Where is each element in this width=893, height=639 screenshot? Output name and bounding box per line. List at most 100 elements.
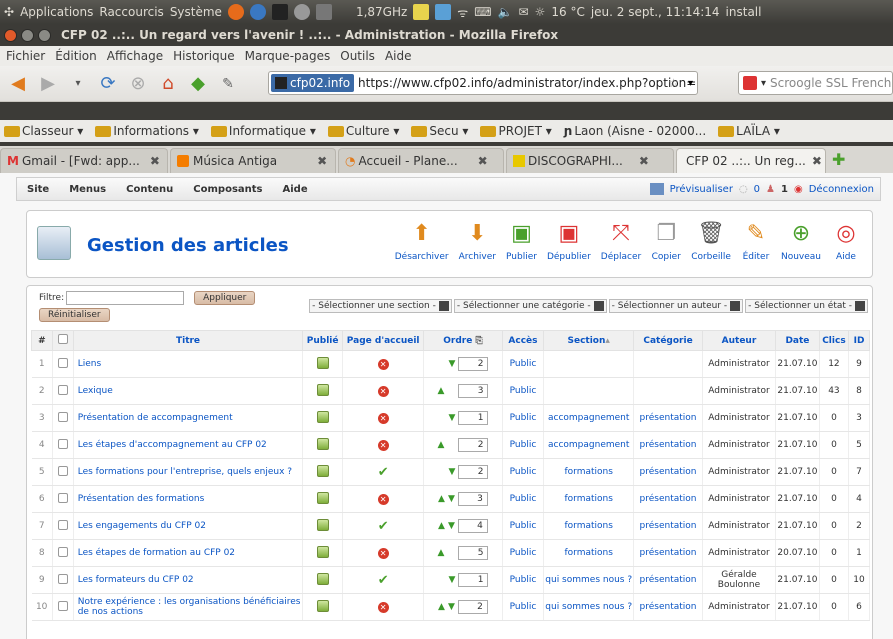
published-icon[interactable] — [316, 410, 329, 423]
access-link[interactable]: Public — [502, 539, 545, 567]
access-link[interactable]: Public — [502, 593, 545, 621]
not-featured-icon[interactable]: ✕ — [377, 547, 389, 559]
copy-button[interactable]: ❐ Copier — [651, 217, 681, 263]
extension-icon[interactable]: ✎ — [216, 72, 240, 96]
section-link[interactable] — [543, 350, 635, 378]
order-input[interactable]: 3 — [458, 384, 489, 398]
mail-icon[interactable]: ✉ — [519, 5, 529, 19]
row-checkbox[interactable] — [57, 384, 68, 395]
category-select[interactable]: - Sélectionner une catégorie - — [453, 299, 607, 313]
category-link[interactable]: présentation — [633, 539, 703, 567]
menu-file[interactable]: Fichier — [6, 49, 45, 63]
section-link[interactable]: qui sommes nous ? — [543, 566, 635, 594]
menu-edit[interactable]: Édition — [55, 49, 97, 63]
category-link[interactable]: présentation — [633, 404, 703, 432]
frontpage-cell[interactable]: ✕ — [342, 350, 425, 378]
bookmark-classeur[interactable]: Classeur ▾ — [4, 124, 83, 138]
bookmark-culture[interactable]: Culture ▾ — [327, 124, 399, 138]
search-engine-dropdown-icon[interactable]: ▾ — [761, 78, 766, 89]
category-link[interactable]: présentation — [633, 512, 703, 540]
forward-icon[interactable]: ▶ — [36, 72, 60, 96]
admin-menu-menus[interactable]: Menus — [69, 184, 106, 195]
order-down-icon[interactable]: ▼ — [448, 521, 455, 531]
bookmark-star-icon[interactable]: ☆ — [668, 76, 679, 90]
order-up-icon[interactable]: ▲ — [438, 440, 445, 450]
tab-close-icon[interactable]: ✖ — [812, 154, 822, 168]
col-published[interactable]: Publié — [302, 330, 343, 351]
order-input[interactable]: 5 — [458, 546, 489, 560]
archive-button[interactable]: ⬇ Archiver — [459, 217, 496, 263]
published-icon[interactable] — [316, 545, 329, 558]
tab-close-icon[interactable]: ✖ — [478, 154, 488, 168]
article-title-link[interactable]: Les engagements du CFP 02 — [73, 512, 304, 540]
published-icon[interactable] — [316, 356, 329, 369]
unpublish-button[interactable]: ▣ Dépublier — [547, 217, 591, 263]
camera-icon[interactable] — [315, 4, 332, 20]
logout-link[interactable]: Déconnexion — [809, 184, 874, 195]
apply-button[interactable]: Appliquer — [194, 291, 256, 305]
filter-input[interactable] — [66, 291, 185, 305]
new-tab-icon[interactable]: ✚ — [832, 150, 845, 169]
access-link[interactable]: Public — [502, 404, 545, 432]
checkmark-icon[interactable]: ✔ — [378, 573, 389, 588]
window-maximize-button[interactable] — [38, 28, 51, 42]
row-checkbox[interactable] — [57, 357, 68, 368]
published-icon[interactable] — [316, 572, 329, 585]
category-link[interactable]: présentation — [633, 566, 703, 594]
col-order[interactable]: Ordre ⎘ — [423, 330, 503, 351]
row-select[interactable] — [52, 539, 74, 567]
menu-shortcuts[interactable]: Raccourcis — [99, 5, 163, 19]
col-id[interactable]: ID — [848, 330, 870, 351]
col-author[interactable]: Auteur — [701, 330, 777, 351]
section-link[interactable] — [543, 377, 635, 405]
stop-icon[interactable]: ⊗ — [126, 72, 150, 96]
section-link[interactable]: qui sommes nous ? — [543, 593, 635, 621]
col-hits[interactable]: Clics — [818, 330, 850, 351]
not-featured-icon[interactable]: ✕ — [377, 493, 389, 505]
home-icon[interactable]: ⌂ — [156, 72, 180, 96]
notes-icon[interactable] — [413, 4, 430, 20]
order-down-icon[interactable]: ▼ — [449, 575, 456, 585]
col-section[interactable]: Section▴ — [543, 330, 635, 351]
article-title-link[interactable]: Notre expérience : les organisations bén… — [73, 593, 304, 621]
published-icon[interactable] — [316, 464, 329, 477]
move-button[interactable]: ⤧ Déplacer — [601, 217, 641, 263]
menu-view[interactable]: Affichage — [107, 49, 163, 63]
col-title[interactable]: Titre — [72, 330, 304, 351]
window-minimize-button[interactable] — [21, 28, 34, 42]
order-up-icon[interactable]: ▲ — [438, 548, 445, 558]
access-link[interactable]: Public — [502, 377, 545, 405]
search-engine-icon[interactable] — [743, 76, 757, 90]
not-featured-icon[interactable]: ✕ — [377, 385, 389, 397]
not-featured-icon[interactable]: ✕ — [377, 358, 389, 370]
state-select[interactable]: - Sélectionner un état - — [745, 299, 868, 313]
not-featured-icon[interactable]: ✕ — [377, 412, 389, 424]
menu-system[interactable]: Système — [170, 5, 222, 19]
addon-icon[interactable]: ◆ — [186, 72, 210, 96]
firefox-icon[interactable] — [227, 4, 244, 20]
published-icon[interactable] — [316, 437, 329, 450]
site-identity[interactable]: cfp02.info — [271, 74, 355, 92]
help-button[interactable]: ◎ Aide — [831, 217, 861, 263]
window-close-button[interactable] — [4, 28, 17, 42]
url-dropdown-icon[interactable]: ▾ — [688, 78, 693, 89]
published-cell[interactable] — [302, 539, 343, 567]
edit-button[interactable]: ✎ Éditer — [741, 217, 771, 263]
admin-menu-help[interactable]: Aide — [283, 184, 308, 195]
article-title-link[interactable]: Les étapes d'accompagnement au CFP 02 — [73, 431, 304, 459]
bookmark-secu[interactable]: Secu ▾ — [411, 124, 468, 138]
row-checkbox[interactable] — [57, 600, 68, 611]
category-link[interactable]: présentation — [633, 485, 703, 513]
access-link[interactable]: Public — [502, 512, 545, 540]
section-link[interactable]: formations — [543, 485, 635, 513]
order-up-icon[interactable]: ▲ — [438, 494, 445, 504]
order-up-icon[interactable]: ▲ — [438, 602, 445, 612]
row-select[interactable] — [52, 566, 74, 594]
reload-icon[interactable]: ⟳ — [96, 72, 120, 96]
search-bar[interactable]: ▾ Scroogle SSL French — [738, 71, 893, 95]
messages-count[interactable]: 0 — [754, 184, 760, 195]
frontpage-cell[interactable]: ✔ — [342, 458, 425, 486]
article-title-link[interactable]: Les formateurs du CFP 02 — [73, 566, 304, 594]
col-select-all[interactable] — [51, 330, 74, 351]
published-cell[interactable] — [302, 512, 343, 540]
